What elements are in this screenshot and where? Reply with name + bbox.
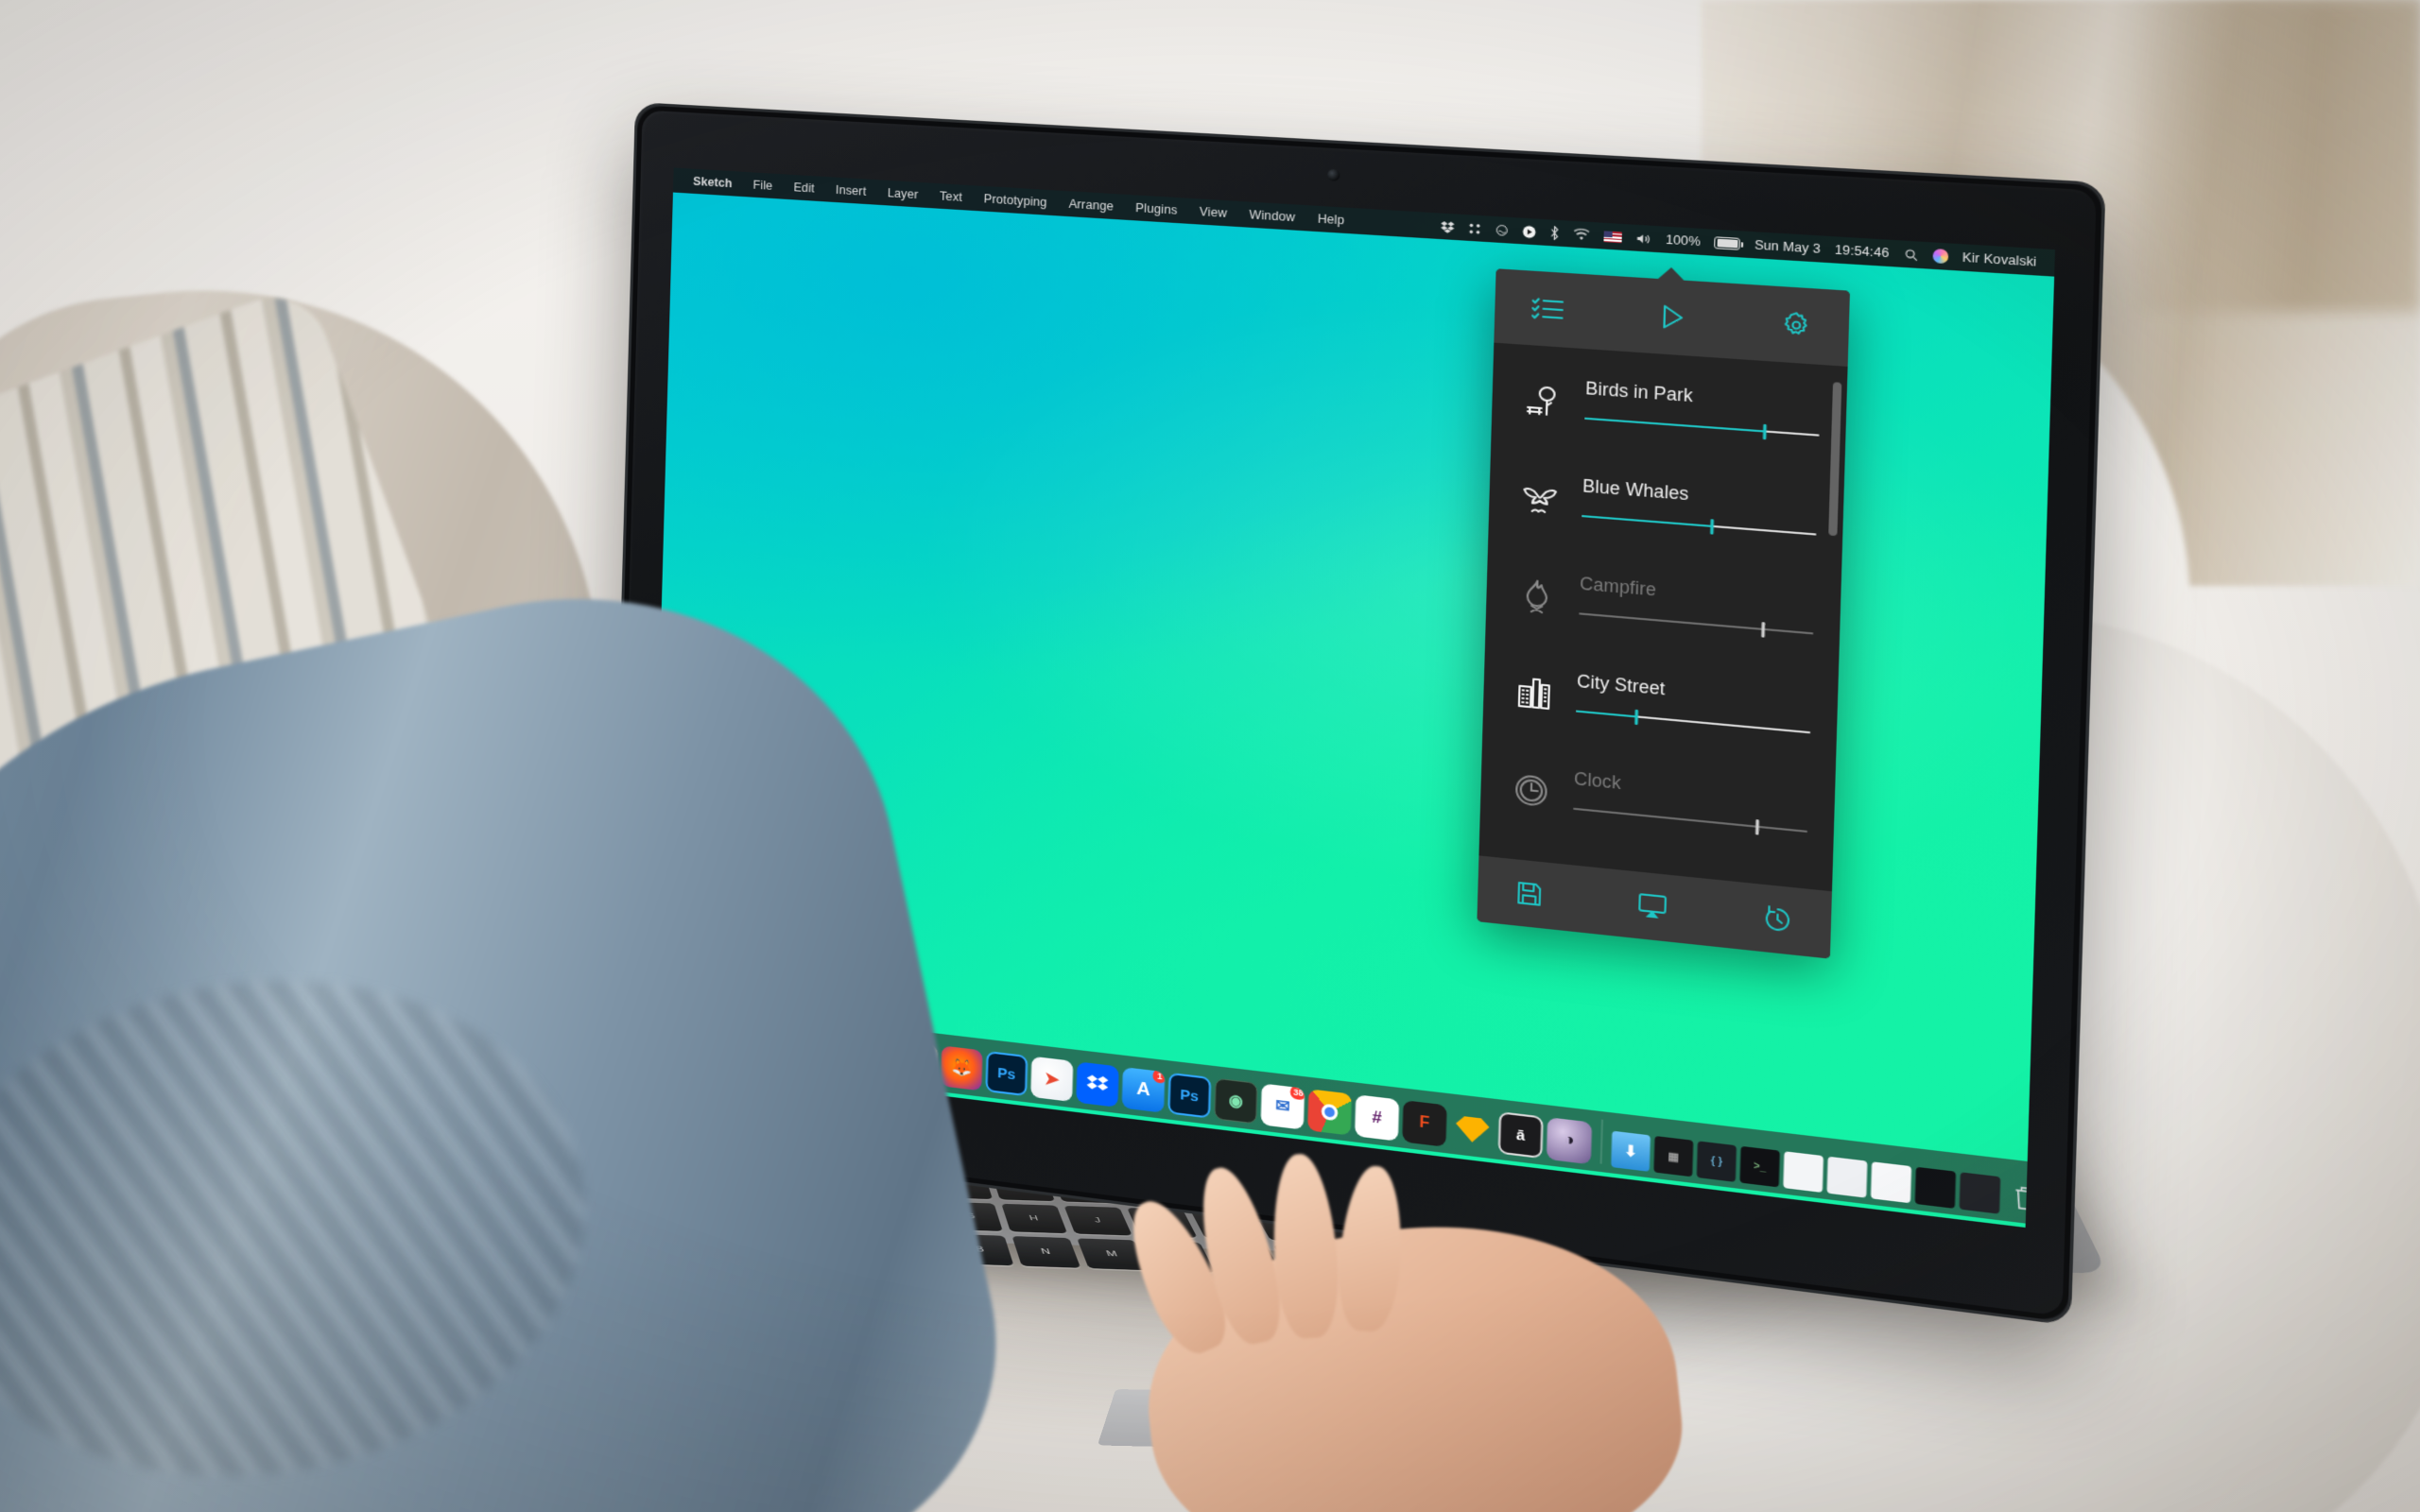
dock-item-dropbox[interactable] — [1076, 1061, 1119, 1108]
facetime-camera — [1327, 168, 1340, 181]
sound-list[interactable]: Birds in Park Blue Whales Campfire City … — [1478, 342, 1848, 892]
dock-item-firefox[interactable]: 🦊 — [940, 1045, 983, 1091]
badge-airmail: 38 — [1289, 1084, 1305, 1101]
airplay-icon[interactable] — [1637, 892, 1668, 921]
sound-label: Campfire — [1579, 573, 1657, 600]
dock-minimized-code-editor[interactable]: { } — [1696, 1141, 1737, 1182]
menu-item-arrange[interactable]: Arrange — [1058, 197, 1125, 215]
menu-item-view[interactable]: View — [1188, 204, 1238, 221]
slider-thumb[interactable] — [1761, 622, 1766, 638]
flame-icon — [1513, 572, 1561, 620]
sound-controls[interactable]: Blue Whales — [1582, 473, 1818, 541]
floppy-save-icon[interactable] — [1515, 880, 1544, 909]
menu-item-prototyping[interactable]: Prototyping — [973, 191, 1058, 210]
bluetooth-icon[interactable] — [1549, 226, 1559, 240]
dock-item-photoshop[interactable]: Ps — [985, 1051, 1028, 1097]
slider-fill — [1579, 612, 1763, 630]
dropbox-icon[interactable] — [1440, 219, 1455, 233]
dock-item-app-store[interactable]: A1 — [1121, 1067, 1166, 1113]
ambient-sound-popover[interactable]: Birds in Park Blue Whales Campfire City … — [1477, 257, 1851, 959]
menu-item-help[interactable]: Help — [1306, 211, 1357, 228]
badge-app-store: 1 — [1152, 1068, 1166, 1084]
menu-item-file[interactable]: File — [742, 178, 783, 194]
dock-minimized-downloads[interactable]: ⬇ — [1611, 1130, 1651, 1172]
dock-minimized-preview-window[interactable] — [1959, 1172, 2001, 1214]
sound-label: Birds in Park — [1584, 378, 1694, 406]
dropbox-sync-icon[interactable] — [1468, 221, 1482, 235]
dock-item-photoshop-beta[interactable]: Ps — [1167, 1072, 1212, 1119]
dock-item-anybox[interactable]: ā — [1497, 1111, 1544, 1160]
us-flag-icon[interactable] — [1603, 230, 1622, 243]
checklist-icon[interactable] — [1530, 295, 1565, 323]
battery-icon[interactable] — [1714, 236, 1741, 250]
volume-slider-city-street[interactable] — [1576, 705, 1811, 740]
dock-item-bartender[interactable]: ◉ — [1214, 1077, 1258, 1125]
slider-fill — [1582, 514, 1713, 528]
menu-item-text[interactable]: Text — [928, 189, 973, 205]
menu-item-sketch[interactable]: Sketch — [683, 174, 743, 191]
key-j[interactable]: J — [1063, 1205, 1132, 1236]
sound-label: Blue Whales — [1582, 475, 1689, 505]
menu-bar-time[interactable]: 19:54:46 — [1835, 243, 1890, 261]
dock-item-airmail[interactable]: ✉ 38 — [1260, 1083, 1305, 1130]
play-icon[interactable] — [1655, 301, 1688, 333]
slider-fill — [1576, 710, 1636, 718]
slider-thumb[interactable] — [1755, 819, 1760, 835]
dock-item-chrome[interactable] — [1307, 1089, 1352, 1136]
whale-tail-icon — [1516, 474, 1564, 523]
gear-icon[interactable] — [1781, 310, 1812, 340]
dock-minimized-figma-doc[interactable] — [1826, 1156, 1868, 1198]
dock-minimized-terminal[interactable]: >_ — [1739, 1145, 1780, 1188]
slider-fill — [1573, 808, 1757, 829]
dock-minimized-sketch-doc[interactable] — [1783, 1151, 1824, 1194]
sound-controls[interactable]: Clock — [1573, 766, 1808, 838]
dock-item-safari[interactable]: ➤ — [1030, 1056, 1074, 1103]
menu-item-window[interactable]: Window — [1238, 207, 1307, 225]
sound-label: City Street — [1576, 670, 1666, 699]
shift-icon[interactable] — [1495, 223, 1509, 237]
slider-fill — [1584, 417, 1765, 433]
volume-slider-birds-in-park[interactable] — [1584, 412, 1820, 442]
menu-item-plugins[interactable]: Plugins — [1124, 200, 1188, 218]
slider-thumb[interactable] — [1710, 519, 1715, 535]
menu-bar-user-name[interactable]: Kir Kovalski — [1962, 250, 2037, 269]
user-avatar[interactable] — [1931, 248, 1948, 265]
trash-icon[interactable] — [2004, 1177, 2046, 1220]
volume-icon[interactable] — [1635, 232, 1651, 246]
battery-percent[interactable]: 100% — [1666, 232, 1701, 249]
dock-minimized-calculator[interactable]: ▦ — [1653, 1135, 1694, 1177]
key-h[interactable]: H — [1001, 1203, 1068, 1234]
popover-body: Birds in Park Blue Whales Campfire City … — [1477, 268, 1851, 959]
menu-item-layer[interactable]: Layer — [876, 185, 928, 202]
volume-slider-campfire[interactable] — [1579, 608, 1814, 641]
dock-item-slack[interactable]: # — [1355, 1094, 1400, 1142]
volume-slider-blue-whales[interactable] — [1582, 510, 1817, 541]
slider-thumb[interactable] — [1634, 709, 1638, 726]
timer-icon[interactable] — [1763, 905, 1792, 935]
menu-bar-date[interactable]: Sun May 3 — [1754, 238, 1821, 256]
sound-controls[interactable]: Birds in Park — [1584, 376, 1821, 442]
dock-separator — [1600, 1119, 1603, 1164]
slider-thumb[interactable] — [1762, 423, 1767, 440]
dock-item-figma[interactable]: F — [1402, 1100, 1447, 1147]
spotlight-search-icon[interactable] — [1903, 248, 1918, 262]
key-n[interactable]: N — [1011, 1236, 1081, 1268]
dock-minimized-safari-window[interactable] — [1870, 1161, 1912, 1204]
menu-item-edit[interactable]: Edit — [783, 180, 825, 196]
dock-item-proxyman[interactable]: ◑ — [1546, 1117, 1593, 1165]
sound-controls[interactable]: Campfire — [1579, 572, 1815, 641]
buildings-icon — [1511, 669, 1558, 717]
clock-icon — [1508, 766, 1555, 815]
dock-minimized-dark-window[interactable] — [1914, 1166, 1957, 1209]
menu-item-insert[interactable]: Insert — [825, 182, 877, 198]
sound-controls[interactable]: City Street — [1576, 669, 1812, 740]
wifi-icon[interactable] — [1573, 227, 1590, 242]
dock-item-sketch[interactable] — [1450, 1106, 1495, 1153]
cleanshot-icon[interactable] — [1522, 225, 1536, 239]
park-tree-icon — [1519, 378, 1566, 425]
